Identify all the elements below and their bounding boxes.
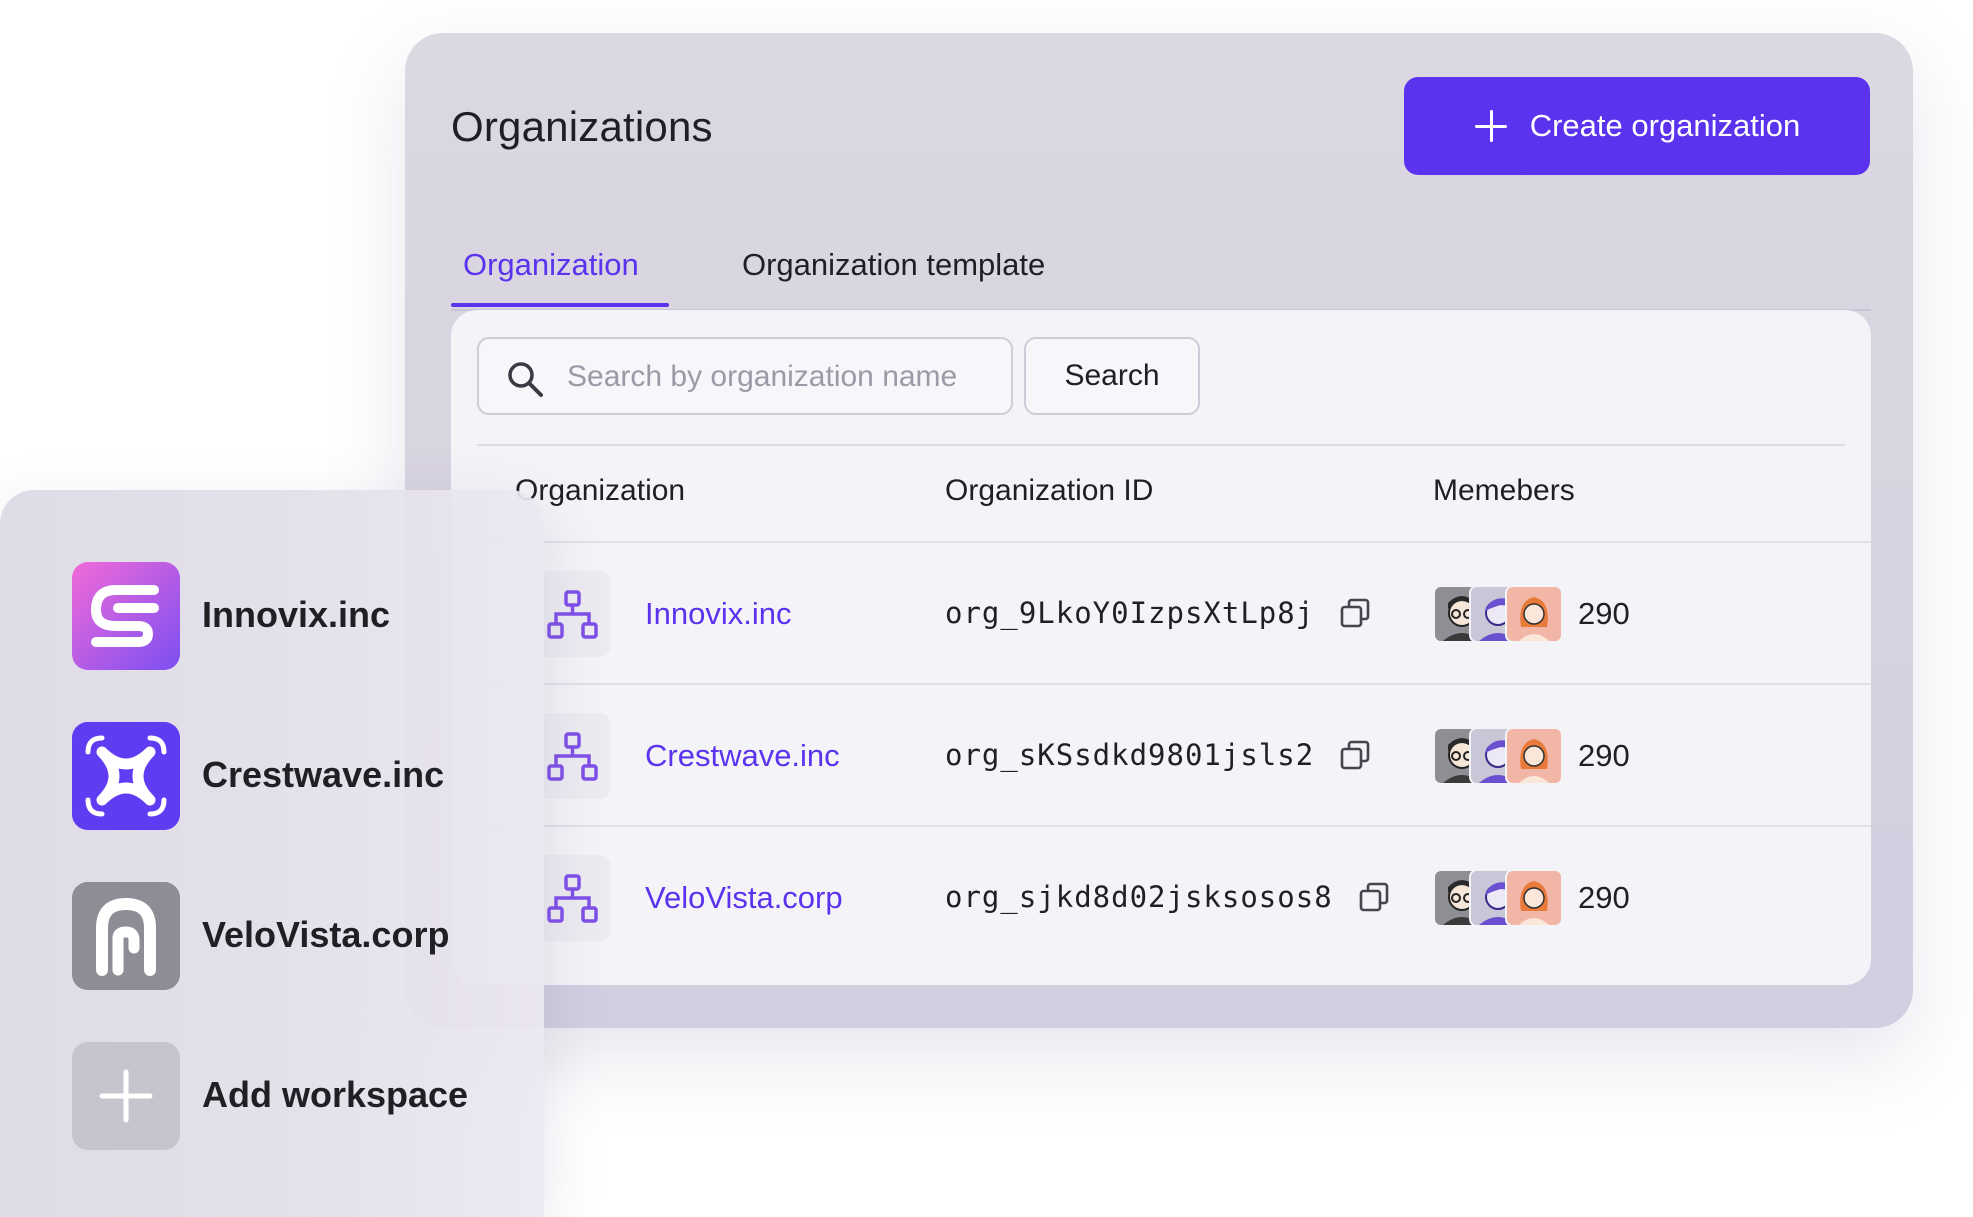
copy-icon[interactable] [1358, 881, 1390, 913]
org-name-link[interactable]: Innovix.inc [645, 596, 791, 632]
column-header-organization: Organization [515, 474, 686, 507]
column-header-members: Memebers [1433, 474, 1575, 507]
organizations-panel: Organizations Create organization Organi… [405, 33, 1913, 1028]
search-input[interactable] [565, 341, 999, 413]
org-name-link[interactable]: Crestwave.inc [645, 738, 840, 774]
org-hierarchy-icon [535, 855, 611, 941]
org-id: org_sKSsdkd9801jsls2 [945, 738, 1315, 772]
avatar [1505, 585, 1563, 643]
table-row[interactable]: VeloVista.corp org_sjkd8d02jsksosos8 290 [451, 825, 1871, 969]
create-organization-label: Create organization [1529, 108, 1801, 143]
member-count: 290 [1578, 880, 1630, 915]
org-hierarchy-icon [535, 713, 611, 799]
table-divider [477, 444, 1845, 446]
workspace-item-innovix[interactable]: Innovix.inc [72, 562, 512, 670]
plus-icon [72, 1042, 180, 1150]
member-count: 290 [1578, 596, 1630, 631]
avatar [1505, 869, 1563, 927]
table-row[interactable]: Innovix.inc org_9LkoY0IzpsXtLp8j 290 [451, 541, 1871, 685]
member-count: 290 [1578, 738, 1630, 773]
organizations-card: Search Organization Organization ID Meme… [451, 310, 1871, 985]
copy-icon[interactable] [1339, 597, 1371, 629]
velovista-logo-icon [72, 882, 180, 990]
member-avatars [1433, 727, 1563, 785]
tab-organization[interactable]: Organization [463, 247, 639, 283]
workspace-label: VeloVista.corp [202, 914, 450, 955]
workspace-item-velovista[interactable]: VeloVista.corp [72, 882, 512, 990]
plus-icon [1474, 109, 1508, 143]
column-header-organization-id: Organization ID [945, 474, 1154, 507]
workspace-switcher: Innovix.inc Crestwave.inc VeloVista.corp [0, 490, 544, 1217]
org-id: org_9LkoY0IzpsXtLp8j [945, 596, 1315, 630]
copy-icon[interactable] [1339, 739, 1371, 771]
member-avatars [1433, 585, 1563, 643]
create-organization-button[interactable]: Create organization [1404, 77, 1870, 175]
workspace-label: Innovix.inc [202, 594, 391, 635]
table-row[interactable]: Crestwave.inc org_sKSsdkd9801jsls2 290 [451, 683, 1871, 827]
page-title: Organizations [451, 103, 713, 150]
search-icon [508, 362, 543, 397]
org-name-link[interactable]: VeloVista.corp [645, 880, 843, 916]
member-avatars [1433, 869, 1563, 927]
active-tab-indicator [451, 303, 669, 307]
search-field[interactable] [477, 337, 1013, 415]
workspace-label: Crestwave.inc [202, 754, 445, 795]
crestwave-logo-icon [72, 722, 180, 830]
tab-bar: Organization Organization template [451, 213, 1871, 311]
search-button[interactable]: Search [1024, 337, 1200, 415]
tab-organization-template[interactable]: Organization template [742, 247, 1045, 283]
org-hierarchy-icon [535, 571, 611, 657]
innovix-logo-icon [72, 562, 180, 670]
avatar [1505, 727, 1563, 785]
workspace-label: Add workspace [202, 1074, 469, 1115]
add-workspace-button[interactable]: Add workspace [72, 1042, 512, 1150]
org-id: org_sjkd8d02jsksosos8 [945, 880, 1333, 914]
workspace-item-crestwave[interactable]: Crestwave.inc [72, 722, 512, 830]
